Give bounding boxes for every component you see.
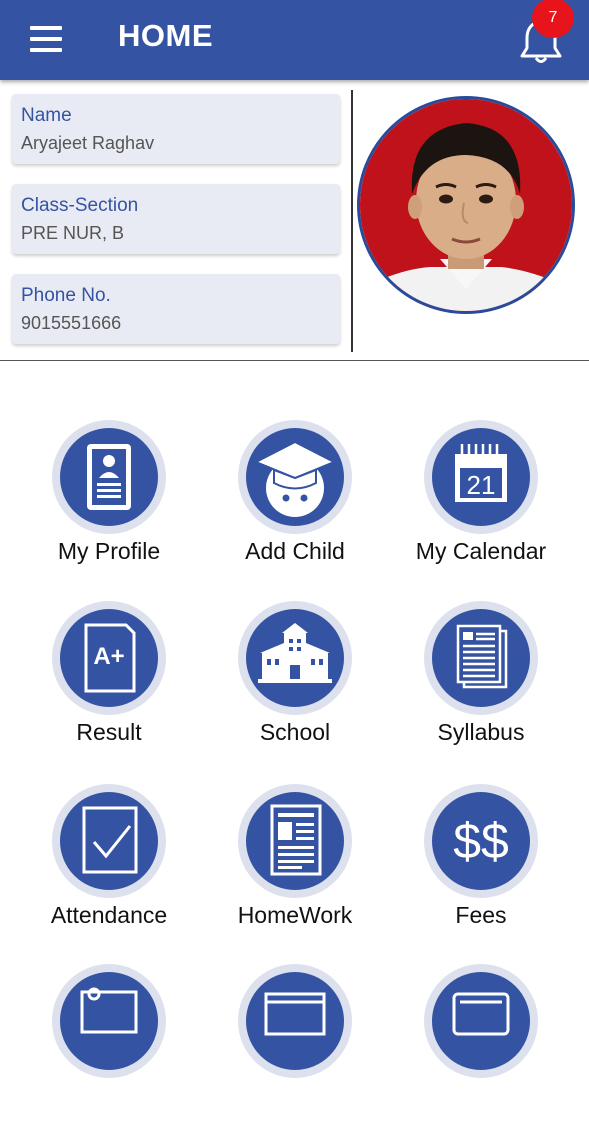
more-tile-1-icon bbox=[80, 987, 138, 1034]
more-tile-1[interactable] bbox=[19, 964, 199, 1144]
student-photo[interactable] bbox=[357, 96, 575, 314]
add-child-tile[interactable]: Add Child bbox=[205, 420, 385, 600]
graduate-face-icon bbox=[253, 440, 337, 517]
attendance-label: Attendance bbox=[50, 902, 168, 928]
calendar-day: 21 bbox=[467, 470, 496, 500]
fees-label: Fees bbox=[455, 902, 507, 928]
report-card-icon: A+ bbox=[84, 623, 136, 693]
fees-dollar-icon: $$ bbox=[453, 813, 509, 869]
school-label: School bbox=[259, 719, 331, 745]
add-child-label: Add Child bbox=[245, 538, 345, 564]
syllabus-tile[interactable]: Syllabus bbox=[391, 601, 571, 781]
grade-text: A+ bbox=[93, 643, 124, 670]
syllabus-label: Syllabus bbox=[437, 719, 525, 745]
profile-card-icon bbox=[87, 444, 131, 510]
my-calendar-label: My Calendar bbox=[415, 538, 547, 564]
school-building-icon bbox=[258, 623, 332, 683]
phone-value: 9015551666 bbox=[21, 313, 122, 333]
homework-label: HomeWork bbox=[237, 902, 353, 928]
name-value: Aryajeet Raghav bbox=[21, 133, 155, 153]
homework-document-icon bbox=[270, 804, 322, 876]
homework-tile[interactable]: HomeWork bbox=[205, 784, 385, 964]
more-tile-3[interactable] bbox=[391, 964, 571, 1144]
calendar-icon: 21 bbox=[455, 444, 507, 502]
my-profile-tile[interactable]: My Profile bbox=[19, 420, 199, 600]
more-tile-2-icon bbox=[264, 992, 326, 1036]
name-label: Name bbox=[21, 105, 72, 126]
horizontal-divider bbox=[0, 360, 589, 361]
name-card: Name Aryajeet Raghav bbox=[12, 94, 340, 164]
hamburger-menu-icon[interactable] bbox=[28, 24, 64, 54]
fees-symbol: $$ bbox=[453, 813, 509, 869]
fees-tile[interactable]: $$ Fees bbox=[391, 784, 571, 964]
attendance-tile[interactable]: Attendance bbox=[19, 784, 199, 964]
result-label: Result bbox=[76, 719, 142, 745]
documents-icon bbox=[456, 624, 508, 689]
checkbox-icon bbox=[82, 806, 138, 874]
class-section-label: Class-Section bbox=[21, 195, 139, 216]
page-title: HOME bbox=[118, 18, 213, 53]
more-tile-3-icon bbox=[452, 992, 510, 1036]
app-bar: HOME bbox=[0, 0, 589, 80]
class-section-card: Class-Section PRE NUR, B bbox=[12, 184, 340, 254]
phone-card: Phone No. 9015551666 bbox=[12, 274, 340, 344]
my-profile-label: My Profile bbox=[57, 538, 161, 564]
class-section-value: PRE NUR, B bbox=[21, 223, 125, 243]
result-tile[interactable]: A+ Result bbox=[19, 601, 199, 781]
school-tile[interactable]: School bbox=[205, 601, 385, 781]
my-calendar-tile[interactable]: 21 My Calendar bbox=[391, 420, 571, 600]
phone-label: Phone No. bbox=[21, 285, 111, 306]
more-tile-2[interactable] bbox=[205, 964, 385, 1144]
vertical-divider bbox=[351, 90, 353, 352]
